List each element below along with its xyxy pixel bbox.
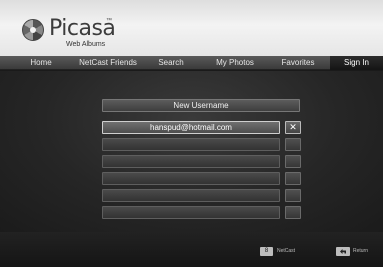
- tab-netcast-friends[interactable]: NetCast Friends: [76, 56, 140, 70]
- delete-button-empty[interactable]: [285, 172, 301, 185]
- netcast-key-badge[interactable]: 8: [260, 247, 273, 256]
- delete-button-empty[interactable]: [285, 155, 301, 168]
- footer: 8 NetCast Return: [0, 232, 383, 267]
- username-row-empty[interactable]: [102, 172, 280, 185]
- picasa-logo: Picasa ™ Web Albums: [22, 17, 142, 49]
- delete-button-empty[interactable]: [285, 138, 301, 151]
- header: Picasa ™ Web Albums: [0, 0, 383, 56]
- username-row-empty[interactable]: [102, 138, 280, 151]
- tab-my-photos[interactable]: My Photos: [206, 56, 264, 70]
- tab-favorites[interactable]: Favorites: [274, 56, 322, 70]
- username-row-empty[interactable]: [102, 206, 280, 219]
- return-icon[interactable]: [336, 247, 350, 256]
- username-row-empty[interactable]: [102, 155, 280, 168]
- screen: Picasa ™ Web Albums Home NetCast Friends…: [0, 0, 383, 267]
- username-row-selected[interactable]: hanspud@hotmail.com: [102, 121, 280, 134]
- picasa-logo-icon: [22, 19, 44, 41]
- delete-button-empty[interactable]: [285, 189, 301, 202]
- delete-button-empty[interactable]: [285, 206, 301, 219]
- tab-sign-in[interactable]: Sign In: [330, 56, 383, 70]
- username-row-empty[interactable]: [102, 189, 280, 202]
- tab-search[interactable]: Search: [148, 56, 194, 70]
- new-username-button[interactable]: New Username: [102, 99, 300, 112]
- delete-username-button[interactable]: ✕: [285, 121, 301, 134]
- netcast-key-label: NetCast: [277, 248, 296, 254]
- return-key-label: Return: [353, 248, 369, 254]
- tab-home[interactable]: Home: [16, 56, 66, 70]
- logo-subtitle: Web Albums: [66, 41, 106, 48]
- nav-bar: Home NetCast Friends Search My Photos Fa…: [0, 56, 383, 70]
- logo-trademark: ™: [106, 18, 112, 24]
- content-area: New Username hanspud@hotmail.com ✕: [0, 71, 383, 232]
